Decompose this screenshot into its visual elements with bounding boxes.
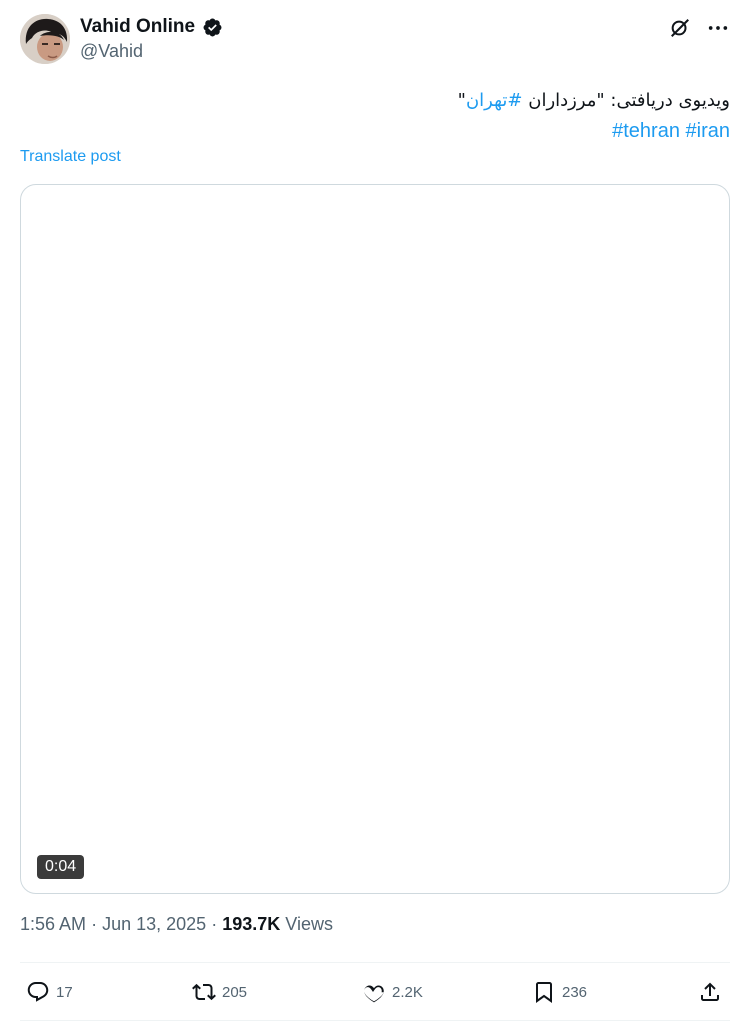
grok-icon-glyph (671, 19, 689, 37)
tweet-text: ویدیوی دریافتی: "مرزداران #تهران" #tehra… (20, 86, 730, 146)
divider-bottom (20, 1020, 730, 1021)
like-count: 2.2K (392, 983, 423, 1001)
author-names: Vahid Online @Vahid (80, 16, 223, 62)
like-button[interactable]: 2.2K (362, 980, 423, 1004)
video-duration-badge: 0:04 (37, 855, 85, 879)
meta-separator-2: · (211, 914, 218, 934)
translate-post-link[interactable]: Translate post (20, 148, 121, 166)
author-display-name[interactable]: Vahid Online (80, 16, 195, 38)
repost-count: 205 (222, 983, 248, 1001)
hashtag-tehran[interactable]: #tehran (612, 120, 680, 142)
divider-top (20, 962, 730, 963)
header-actions (668, 16, 730, 40)
bookmark-icon (536, 982, 552, 1003)
tweet-hashtags: #tehran #iran (20, 116, 730, 146)
tweet-text-suffix: " (457, 90, 466, 111)
reply-button[interactable]: 17 (26, 980, 73, 1004)
heart-icon (364, 985, 384, 1003)
views-label: Views (285, 914, 333, 934)
repost-icon (192, 983, 216, 1001)
author-handle[interactable]: @Vahid (80, 41, 223, 62)
share-icon (701, 982, 719, 1001)
tweet-meta: 1:56 AM · Jun 13, 2025 · 193.7K Views (20, 914, 333, 935)
grok-icon[interactable] (668, 16, 692, 40)
verified-badge-icon (203, 18, 221, 36)
reply-icon (27, 982, 49, 1002)
hashtag-tehran-persian[interactable]: #تهران (466, 90, 523, 111)
reply-count: 17 (56, 983, 73, 1001)
meta-separator: · (91, 914, 98, 934)
views-count: 193.7K (222, 914, 281, 934)
tweet-header: Vahid Online @Vahid (20, 14, 730, 66)
repost-button[interactable]: 205 (192, 980, 247, 1004)
avatar-image (20, 14, 70, 64)
tweet-text-persian: ویدیوی دریافتی: "مرزداران #تهران" (20, 86, 730, 116)
bookmark-count: 236 (562, 983, 588, 1001)
action-bar: 17 205 2.2K 236 (20, 974, 730, 1014)
hashtag-iran[interactable]: #iran (686, 120, 730, 142)
bookmark-button[interactable]: 236 (532, 980, 587, 1004)
tweet-text-prefix: ویدیوی دریافتی: "مرزداران (522, 90, 730, 111)
tweet-time[interactable]: 1:56 AM (20, 914, 86, 934)
video-player[interactable]: 0:04 (20, 184, 730, 894)
share-button[interactable] (698, 980, 722, 1004)
tweet-date[interactable]: Jun 13, 2025 (102, 914, 206, 934)
avatar[interactable] (20, 14, 70, 64)
more-options-icon[interactable] (706, 16, 730, 40)
more-dots-glyph (708, 26, 728, 30)
